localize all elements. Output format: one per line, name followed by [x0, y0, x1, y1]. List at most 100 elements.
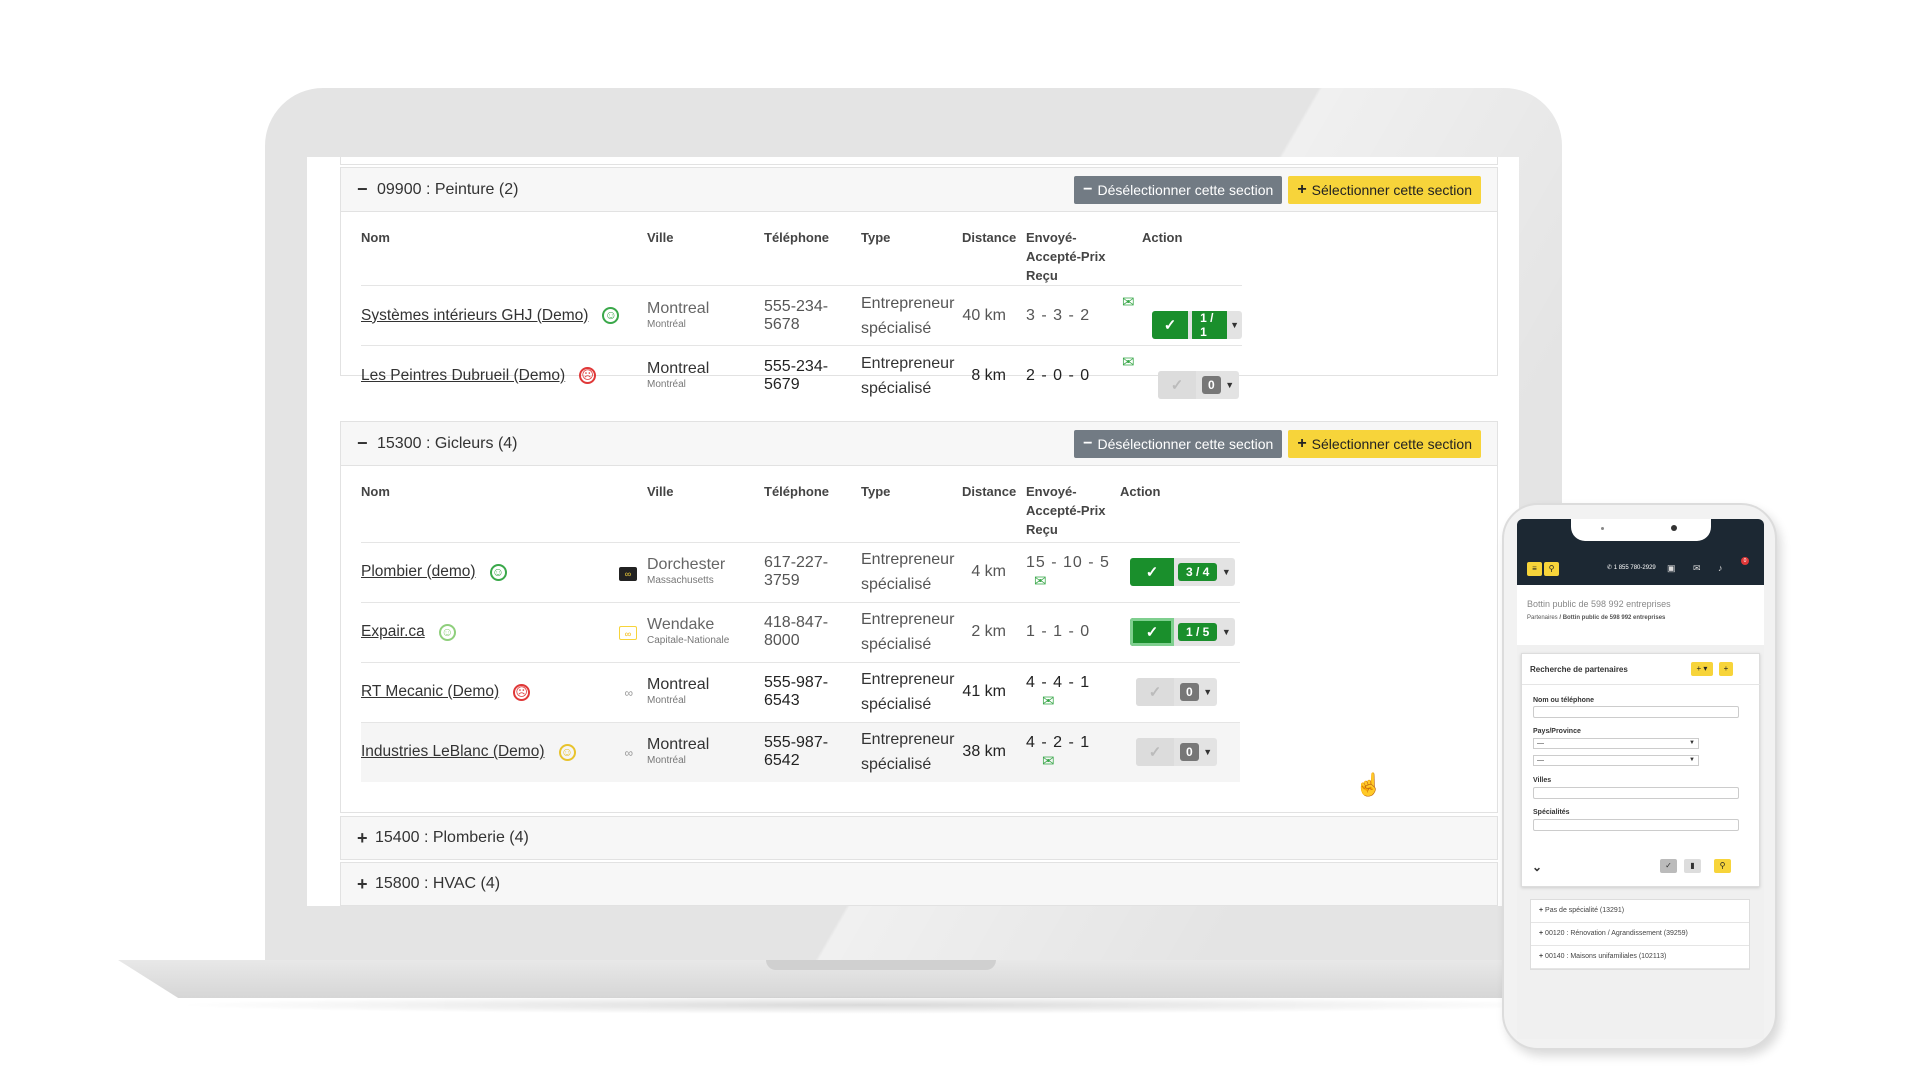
neutral-face-icon: ☺	[558, 743, 576, 761]
type: Entrepreneur spécialisé	[861, 285, 962, 346]
check-button[interactable]: ✓	[1660, 859, 1677, 873]
specialties-field[interactable]	[1533, 819, 1739, 831]
type: Entrepreneur spécialisé	[861, 345, 962, 406]
expand-icon[interactable]: +	[357, 874, 375, 895]
minus-icon: −	[1083, 435, 1093, 452]
distance: 8 km	[962, 345, 1026, 406]
action-toggle[interactable]: ✓ 0 ▼	[1136, 678, 1217, 706]
table-row: Systèmes intérieurs GHJ (Demo) ☺ Montreal…	[361, 285, 1242, 346]
search-icon[interactable]: ⚲	[1544, 562, 1559, 576]
search-card-title: Recherche de partenaires	[1530, 665, 1628, 674]
select-section-button[interactable]: + Sélectionner cette section	[1288, 430, 1481, 458]
section-hvac[interactable]: + 15800 : HVAC (4)	[340, 862, 1498, 906]
section-peinture: − 09900 : Peinture (2) − Désélectionner c…	[340, 167, 1498, 406]
support-phone[interactable]: ✆ 1 855 780-2929	[1607, 564, 1656, 571]
province: Massachusetts	[647, 575, 714, 586]
action-toggle[interactable]: ✓ 1 / 1 ▼	[1152, 310, 1242, 339]
add-dropdown-button[interactable]: + ▾	[1691, 662, 1713, 676]
table-header-row: Nom Ville Téléphone Type Distance Envoyé…	[361, 466, 1240, 542]
type: Entrepreneur spécialisé	[861, 721, 962, 782]
col-header-type: Type	[861, 484, 891, 499]
collapse-icon[interactable]: −	[357, 433, 375, 454]
caret-down-icon[interactable]: ▼	[1217, 627, 1235, 637]
partner-link[interactable]: RT Mecanic (Demo)	[361, 683, 499, 700]
add-button[interactable]: +	[1719, 662, 1733, 676]
partner-link[interactable]: Expair.ca	[361, 623, 425, 640]
notification-badge: 0	[1741, 557, 1749, 565]
bell-icon[interactable]: ♪	[1718, 563, 1723, 573]
list-item[interactable]: + 00120 : Rénovation / Agrandissement (3…	[1531, 923, 1749, 946]
type: Entrepreneur spécialisé	[861, 601, 962, 662]
col-header-city: Ville	[647, 230, 674, 245]
col-header-name: Nom	[361, 230, 390, 245]
check-icon[interactable]: ✓	[1130, 618, 1174, 646]
province: Montréal	[647, 378, 686, 390]
trash-icon[interactable]: ▮	[1684, 859, 1701, 873]
deselect-section-button[interactable]: − Désélectionner cette section	[1074, 176, 1283, 204]
mail-check-icon: ✉	[1042, 692, 1056, 710]
distance: 41 km	[962, 661, 1026, 722]
phone: 555-234-5678	[764, 285, 861, 346]
menu-icon[interactable]: ≡	[1527, 562, 1542, 576]
province-select[interactable]: — ▼	[1533, 755, 1699, 766]
list-item[interactable]: + 00140 : Maisons unifamiliales (102113)	[1531, 946, 1749, 969]
caret-down-icon[interactable]: ▼	[1199, 747, 1217, 757]
action-toggle[interactable]: ✓ 0 ▼	[1158, 370, 1239, 399]
distance: 2 km	[962, 601, 1026, 662]
mail-icon[interactable]: ✉	[1693, 563, 1701, 574]
mail-check-icon: ✉	[1042, 752, 1056, 770]
country-select[interactable]: — ▼	[1533, 738, 1699, 749]
col-header-distance: Distance	[962, 230, 1017, 245]
collapse-icon[interactable]: −	[357, 179, 375, 200]
name-field[interactable]	[1533, 706, 1739, 718]
expand-icon[interactable]: +	[357, 828, 375, 849]
caret-down-icon[interactable]: ▼	[1227, 320, 1242, 330]
cities-field[interactable]	[1533, 787, 1739, 799]
caret-down-icon[interactable]: ▼	[1217, 567, 1235, 577]
action-toggle[interactable]: ✓ 3 / 4 ▼	[1130, 558, 1236, 586]
company-logo-icon: ∞	[619, 566, 637, 581]
section-plomberie[interactable]: + 15400 : Plomberie (4)	[340, 816, 1498, 860]
section-header[interactable]: − 09900 : Peinture (2) − Désélectionner c…	[341, 168, 1497, 212]
phone: 617-227-3759	[764, 541, 861, 602]
check-icon[interactable]: ✓	[1158, 370, 1196, 399]
cities-field-label: Villes	[1533, 777, 1552, 784]
partner-link[interactable]: Plombier (demo)	[361, 563, 476, 580]
mail-check-icon: ✉	[1122, 353, 1135, 371]
select-section-button[interactable]: + Sélectionner cette section	[1288, 176, 1481, 204]
phone-camera	[1671, 525, 1677, 531]
deselect-section-button[interactable]: − Désélectionner cette section	[1074, 430, 1283, 458]
section-header[interactable]: − 15300 : Gicleurs (4) − Désélectionner c…	[341, 422, 1497, 466]
name-field-label: Nom ou téléphone	[1533, 697, 1595, 704]
check-icon[interactable]: ✓	[1136, 678, 1174, 706]
stats-value: 4 - 4 - 1	[1026, 673, 1091, 691]
col-header-status: Envoyé-Accepté-Prix Reçu	[1026, 466, 1120, 542]
caret-down-icon[interactable]: ▼	[1221, 380, 1239, 390]
calendar-icon[interactable]: ▣	[1667, 563, 1676, 574]
partner-link[interactable]: Industries LeBlanc (Demo)	[361, 743, 545, 760]
partner-link[interactable]: Les Peintres Dubrueil (Demo)	[361, 367, 565, 384]
check-icon[interactable]: ✓	[1130, 558, 1174, 586]
list-item[interactable]: + Pas de spécialité (13291)	[1531, 900, 1749, 923]
action-toggle[interactable]: ✓ 0 ▼	[1136, 738, 1217, 767]
partner-link[interactable]: Systèmes intérieurs GHJ (Demo)	[361, 307, 588, 324]
chevron-double-down-icon[interactable]: ⌄	[1532, 860, 1542, 874]
intro-title: Bottin public de 598 992 entreprises	[1527, 599, 1671, 609]
check-icon[interactable]: ✓	[1136, 738, 1174, 767]
distance: 4 km	[962, 541, 1026, 602]
laptop-shadow	[170, 996, 1570, 1014]
check-icon[interactable]: ✓	[1152, 310, 1189, 339]
laptop-notch	[766, 960, 996, 970]
stats: 15 - 10 - 5 ✉	[1026, 541, 1120, 602]
breadcrumb-root[interactable]: Partenaires	[1527, 615, 1558, 621]
breadcrumb: Partenaires / Bottin public de 598 992 e…	[1527, 615, 1754, 621]
search-button[interactable]: ⚲	[1714, 859, 1731, 873]
section-title: 15400 : Plomberie (4)	[375, 829, 529, 846]
phone: 555-987-6543	[764, 661, 861, 722]
stats-value: 4 - 2 - 1	[1026, 733, 1091, 751]
partners-table: Nom Ville Téléphone Type Distance Envoyé…	[361, 466, 1240, 782]
caret-down-icon[interactable]: ▼	[1199, 687, 1217, 697]
stats: 1 - 1 - 0	[1026, 601, 1120, 662]
plus-icon: +	[1297, 435, 1307, 452]
action-toggle[interactable]: ✓ 1 / 5 ▼	[1130, 618, 1236, 646]
